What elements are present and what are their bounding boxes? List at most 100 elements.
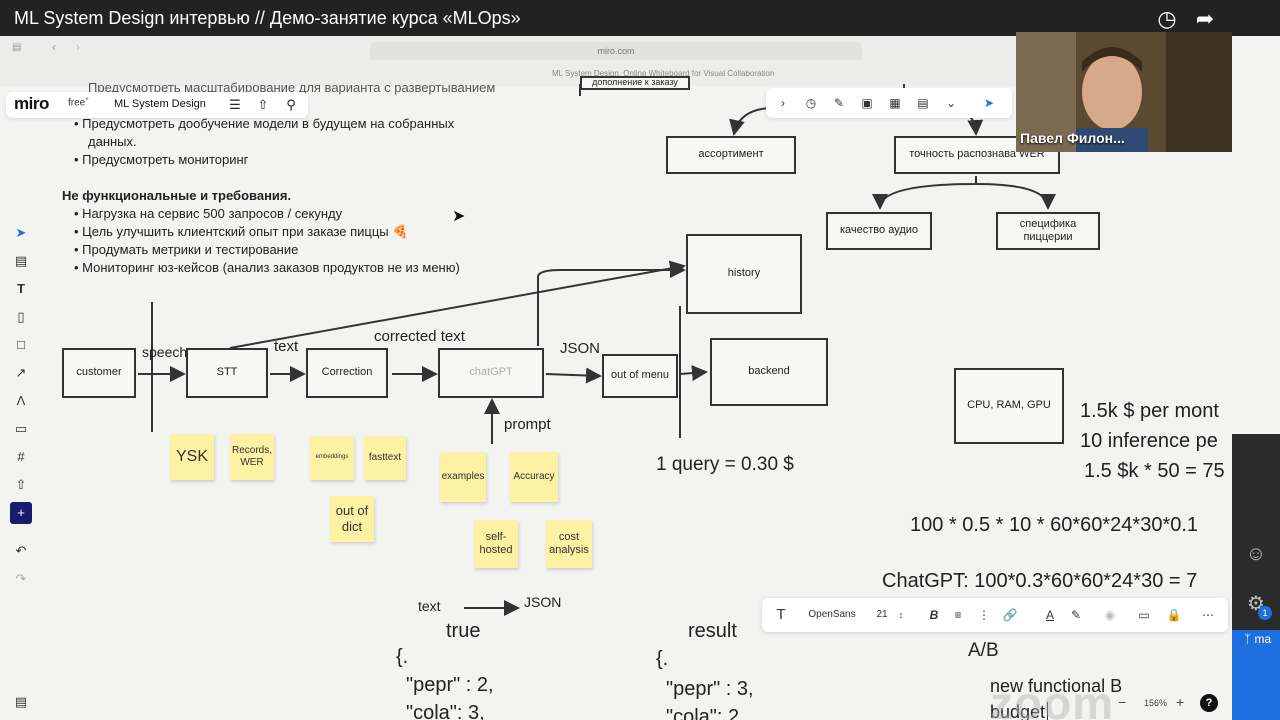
- miro-logo[interactable]: miro: [14, 94, 49, 114]
- box-correction[interactable]: Correction: [306, 348, 388, 398]
- box-chatgpt[interactable]: chatGPT: [438, 348, 544, 398]
- text-cost-line1[interactable]: 1.5k $ per mont: [1080, 400, 1219, 423]
- screen-capture-icon[interactable]: ▣: [858, 94, 876, 112]
- sticky-records[interactable]: Records, WER: [230, 434, 274, 480]
- notes-icon[interactable]: ▤: [914, 94, 932, 112]
- cursor-icon[interactable]: ➤: [980, 94, 998, 112]
- lock-icon[interactable]: 🔒: [1166, 606, 1182, 624]
- box-backend[interactable]: backend: [710, 338, 828, 406]
- sticky-note-icon[interactable]: ▯: [10, 306, 32, 328]
- sticky-cost-analysis[interactable]: cost analysis: [546, 520, 592, 568]
- label-speech: speech: [142, 344, 188, 360]
- text-tool-icon[interactable]: T: [10, 278, 32, 300]
- comment-text-icon[interactable]: ▭: [1136, 606, 1152, 624]
- help-icon[interactable]: ?: [1200, 694, 1218, 712]
- tree-node-pizzeria-specifics[interactable]: специфика пиццерии: [996, 212, 1100, 250]
- sticky-out-of-dict[interactable]: out of dict: [330, 496, 374, 542]
- add-apps-icon[interactable]: +: [10, 502, 32, 524]
- watch-later-icon[interactable]: ◷: [1154, 6, 1180, 32]
- panel-toggle-icon[interactable]: ▤: [6, 690, 36, 714]
- true-pepr[interactable]: "pepr" : 2,: [406, 674, 494, 697]
- box-history[interactable]: history: [686, 234, 802, 314]
- sticky-examples[interactable]: examples: [440, 452, 486, 502]
- more-options-icon[interactable]: ⋯: [1200, 606, 1216, 624]
- sticky-fasttext[interactable]: fasttext: [364, 436, 406, 480]
- templates-icon[interactable]: ▤: [10, 250, 32, 272]
- shape-tool-icon[interactable]: □: [10, 334, 32, 356]
- connector-icon[interactable]: ↗: [10, 362, 32, 384]
- text-style-icon[interactable]: T: [772, 606, 790, 624]
- video-title-bar: ML System Design интервью // Демо-заняти…: [0, 0, 1280, 36]
- font-select[interactable]: OpenSans: [802, 606, 862, 624]
- label-ab[interactable]: A/B: [968, 640, 999, 662]
- zoom-in-icon[interactable]: +: [1176, 694, 1184, 710]
- highlight-icon[interactable]: ✎: [1068, 606, 1084, 624]
- note-item: • Продумать метрики и тестирование: [74, 242, 299, 257]
- result-pepr[interactable]: "pepr" : 3,: [666, 678, 754, 701]
- label-prompt: prompt: [504, 416, 551, 433]
- true-cola[interactable]: "cola": 3,: [406, 702, 485, 720]
- upload-tool-icon[interactable]: ⇧: [10, 474, 32, 496]
- note-item: данных.: [88, 134, 137, 149]
- branch-label: ᛉ ma: [1244, 632, 1272, 646]
- sticky-self-hosted[interactable]: self-hosted: [474, 520, 518, 568]
- text-formula-2[interactable]: ChatGPT: 100*0.3*60*60*24*30 = 7: [882, 570, 1197, 593]
- zoom-control: − 156% + ?: [1114, 692, 1226, 716]
- redo-icon[interactable]: ↷: [10, 568, 32, 590]
- box-customer[interactable]: customer: [62, 348, 136, 398]
- tree-node-assortment[interactable]: ассортимент: [666, 136, 796, 174]
- user-icon[interactable]: ☺: [1242, 540, 1270, 568]
- zoom-level[interactable]: 156%: [1144, 698, 1167, 708]
- sticky-embeddings[interactable]: embeddings: [310, 436, 354, 480]
- sticky-accuracy[interactable]: Accuracy: [510, 452, 558, 502]
- text-formula-1[interactable]: 100 * 0.5 * 10 * 60*60*24*30*0.1: [910, 514, 1198, 537]
- share-icon[interactable]: ➦: [1192, 6, 1218, 32]
- label-json: JSON: [560, 340, 601, 357]
- plan-badge[interactable]: free+: [68, 97, 89, 108]
- text-cost-line3[interactable]: 1.5 $k * 50 = 75: [1084, 460, 1225, 483]
- frames-icon[interactable]: ▦: [886, 94, 904, 112]
- bold-icon[interactable]: B: [926, 606, 942, 624]
- select-tool-icon[interactable]: ➤: [10, 222, 32, 244]
- more-icon[interactable]: ⌄: [942, 94, 960, 112]
- timer-icon[interactable]: ◷: [802, 94, 820, 112]
- search-icon[interactable]: ⚲: [282, 96, 300, 114]
- font-size-value[interactable]: 21: [872, 606, 892, 624]
- note-heading: Не функциональные и требования.: [62, 188, 292, 203]
- label-bottom-json: JSON: [524, 594, 562, 610]
- collapse-icon[interactable]: ›: [774, 94, 792, 112]
- left-toolbar: ➤ ▤ T ▯ □ ↗ Λ ▭ # ⇧ + ↶ ↷: [6, 216, 36, 596]
- label-result[interactable]: result: [688, 620, 737, 643]
- font-size-stepper-icon[interactable]: ↕: [896, 606, 906, 624]
- label-true[interactable]: true: [446, 620, 480, 643]
- link-icon[interactable]: 🔗: [1002, 606, 1018, 624]
- text-query-cost[interactable]: 1 query = 0.30 $: [656, 454, 794, 476]
- zoom-out-icon[interactable]: −: [1118, 694, 1126, 710]
- box-stt[interactable]: STT: [186, 348, 268, 398]
- undo-icon[interactable]: ↶: [10, 540, 32, 562]
- pen-icon[interactable]: Λ: [10, 390, 32, 412]
- board-name[interactable]: ML System Design: [114, 98, 206, 110]
- menu-icon[interactable]: ☰: [226, 96, 244, 114]
- upload-icon[interactable]: ⇧: [254, 96, 272, 114]
- miro-top-toolbar: miro free+ ML System Design ☰ ⇧ ⚲: [6, 92, 308, 118]
- box-hardware[interactable]: CPU, RAM, GPU: [954, 368, 1064, 444]
- align-icon[interactable]: ≡: [950, 606, 966, 624]
- list-icon[interactable]: ⋮: [976, 606, 992, 624]
- text-color-icon[interactable]: A: [1042, 606, 1058, 624]
- tree-node-order-addition[interactable]: дополнение к заказу: [580, 76, 690, 90]
- frame-icon[interactable]: #: [10, 446, 32, 468]
- tree-node-audio-quality[interactable]: качество аудио: [826, 212, 932, 250]
- miro-right-toolbar: › ◷ ✎ ▣ ▦ ▤ ⌄ ➤: [766, 88, 1012, 118]
- comment-icon[interactable]: ▭: [10, 418, 32, 440]
- text-cost-line2[interactable]: 10 inference pe: [1080, 430, 1218, 453]
- label-bottom-text: text: [418, 598, 441, 614]
- fill-icon[interactable]: ◉: [1102, 606, 1118, 624]
- box-out-of-menu[interactable]: out of menu: [602, 354, 678, 398]
- result-cola[interactable]: "cola": 2: [666, 706, 739, 720]
- zoom-watermark: zoom: [990, 677, 1115, 720]
- sticky-ysk[interactable]: YSK: [170, 434, 214, 480]
- video-title: ML System Design интервью // Демо-заняти…: [14, 8, 521, 28]
- voting-icon[interactable]: ✎: [830, 94, 848, 112]
- note-item: • Предусмотреть дообучение модели в буду…: [74, 116, 455, 131]
